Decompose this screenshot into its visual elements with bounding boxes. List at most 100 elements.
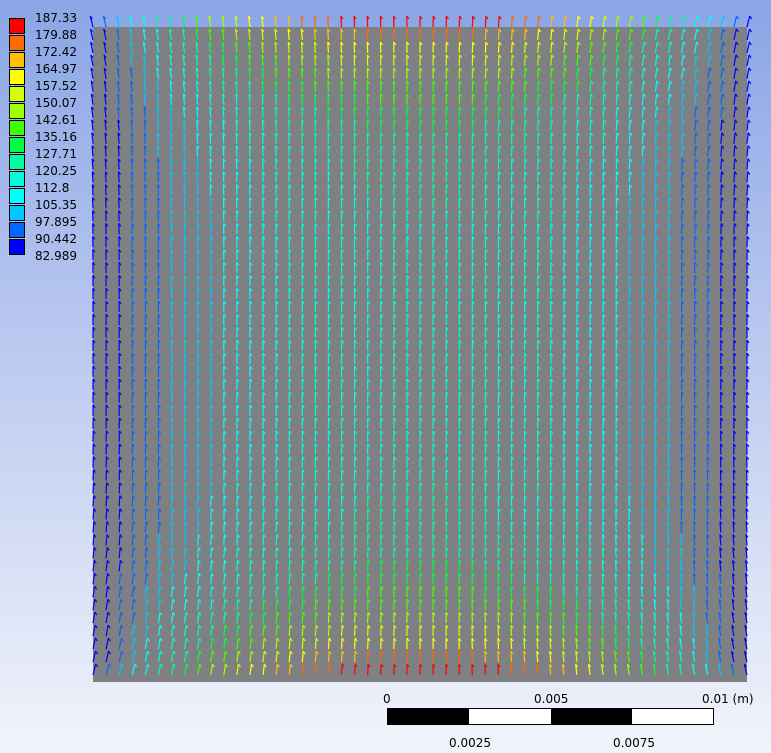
velocity-vector xyxy=(288,599,291,611)
velocity-vector xyxy=(118,599,122,611)
velocity-vector xyxy=(641,171,644,183)
velocity-vector xyxy=(131,599,135,611)
velocity-vector xyxy=(249,547,252,559)
velocity-vector xyxy=(118,573,122,585)
velocity-vector xyxy=(550,15,553,28)
velocity-vector xyxy=(262,638,265,650)
velocity-vector xyxy=(327,638,330,650)
vector-arrowhead xyxy=(107,585,111,590)
velocity-vector xyxy=(563,54,566,66)
velocity-vector xyxy=(720,171,723,183)
vector-arrowhead xyxy=(722,67,726,72)
velocity-vector xyxy=(589,93,592,105)
velocity-vector xyxy=(144,521,147,533)
vector-arrowhead xyxy=(643,15,647,20)
velocity-vector xyxy=(170,612,174,624)
velocity-vector xyxy=(615,93,618,105)
velocity-vector xyxy=(131,573,135,585)
velocity-vector xyxy=(563,106,566,118)
velocity-vector xyxy=(641,80,645,92)
velocity-vector xyxy=(641,41,645,54)
velocity-vector xyxy=(223,547,226,559)
velocity-vector xyxy=(92,508,95,520)
velocity-vector xyxy=(170,547,173,559)
velocity-vector xyxy=(262,573,265,585)
velocity-vector xyxy=(667,106,671,118)
velocity-vector xyxy=(105,482,108,494)
vector-arrowhead xyxy=(709,41,713,46)
velocity-vector xyxy=(236,625,239,637)
velocity-vector xyxy=(641,145,644,157)
velocity-vector xyxy=(746,145,749,157)
velocity-vector xyxy=(314,586,317,598)
vector-arrowhead xyxy=(643,67,647,72)
velocity-vector xyxy=(720,28,724,41)
velocity-vector xyxy=(654,119,657,131)
velocity-vector xyxy=(707,67,711,79)
velocity-vector xyxy=(157,637,161,650)
velocity-vector xyxy=(589,145,592,157)
vector-arrowhead xyxy=(735,54,739,59)
velocity-vector xyxy=(497,15,500,28)
vector-arrowhead xyxy=(630,15,634,20)
velocity-vector xyxy=(223,586,226,598)
vector-arrowhead xyxy=(708,80,712,85)
velocity-vector xyxy=(92,534,95,546)
velocity-vector xyxy=(628,119,631,131)
velocity-vector xyxy=(537,54,540,66)
velocity-vector xyxy=(223,638,226,650)
velocity-vector xyxy=(105,534,108,546)
velocity-vector xyxy=(667,15,672,28)
velocity-vector xyxy=(707,158,710,170)
vector-arrowhead xyxy=(185,611,189,616)
velocity-vector xyxy=(694,15,698,28)
velocity-vector xyxy=(210,560,213,572)
vector-arrowhead xyxy=(708,67,712,72)
velocity-vector xyxy=(288,612,291,624)
velocity-vector xyxy=(563,93,566,105)
vector-arrowhead xyxy=(735,67,739,72)
vector-arrowhead xyxy=(735,28,739,33)
velocity-vector xyxy=(641,158,644,170)
velocity-vector xyxy=(707,54,711,66)
velocity-vector xyxy=(157,534,160,546)
velocity-vector xyxy=(589,80,592,92)
velocity-vector xyxy=(144,586,148,598)
velocity-vector xyxy=(628,158,631,170)
velocity-vector xyxy=(262,560,265,572)
velocity-vector xyxy=(707,184,709,196)
velocity-vector xyxy=(602,80,605,92)
velocity-vector xyxy=(118,547,121,559)
velocity-vector xyxy=(92,547,95,559)
velocity-vector xyxy=(183,586,187,598)
velocity-vector xyxy=(615,106,618,118)
vector-arrowhead xyxy=(172,637,176,642)
velocity-vector xyxy=(681,171,683,183)
velocity-vector xyxy=(707,80,710,92)
velocity-vector xyxy=(628,54,632,66)
vector-arrowhead xyxy=(749,15,753,20)
velocity-vector xyxy=(157,586,161,598)
velocity-vector xyxy=(667,158,670,170)
velocity-vector xyxy=(615,28,619,41)
vector-arrowhead xyxy=(172,598,176,603)
velocity-vector xyxy=(628,67,632,79)
velocity-vector xyxy=(707,119,710,131)
velocity-vector xyxy=(576,80,579,92)
vector-arrowhead xyxy=(656,54,660,59)
velocity-vector xyxy=(733,145,736,157)
velocity-vector xyxy=(720,54,724,66)
velocity-vector xyxy=(563,119,566,131)
velocity-vector xyxy=(92,560,95,572)
velocity-vector xyxy=(667,54,671,66)
vector-arrowhead xyxy=(146,611,150,616)
velocity-vector xyxy=(223,599,226,611)
velocity-vector xyxy=(197,573,200,585)
vector-arrowhead xyxy=(617,15,621,20)
velocity-vector xyxy=(327,625,330,637)
velocity-vector xyxy=(210,547,213,559)
velocity-vector xyxy=(301,612,304,624)
velocity-vector xyxy=(746,15,751,28)
velocity-vector xyxy=(183,534,186,546)
velocity-vector xyxy=(707,15,711,28)
